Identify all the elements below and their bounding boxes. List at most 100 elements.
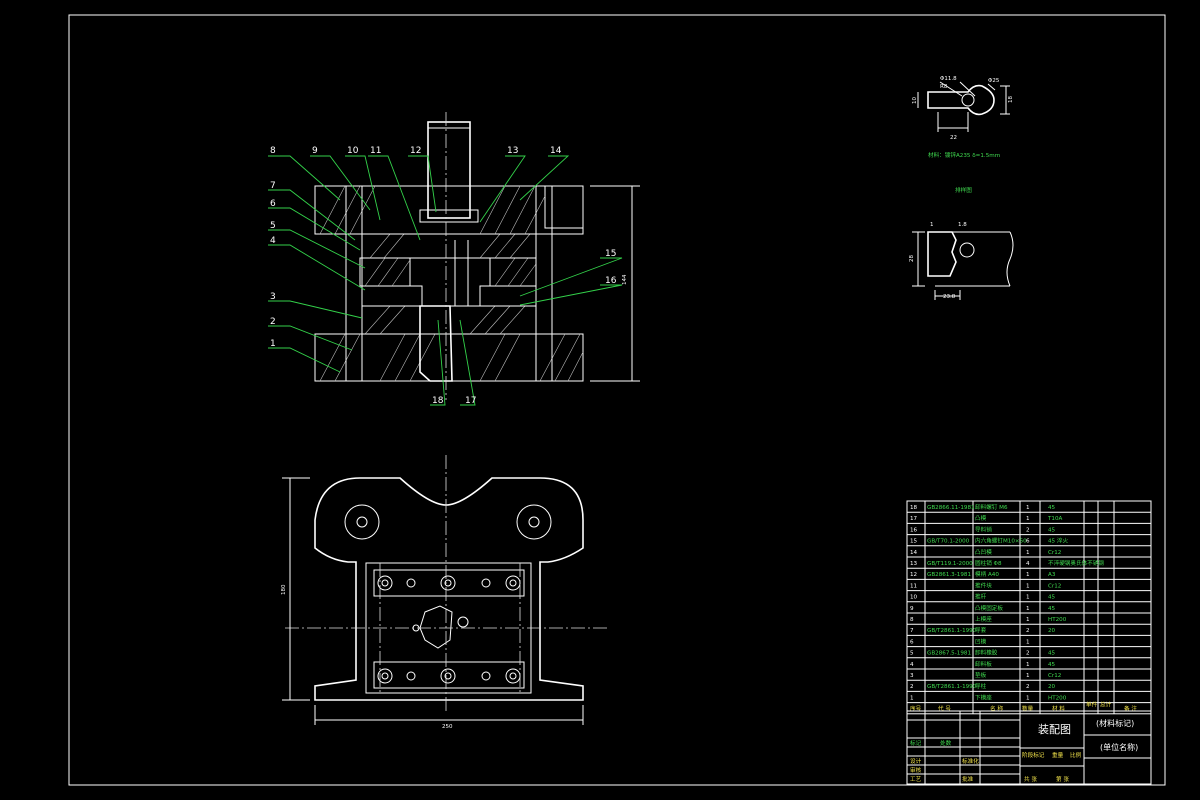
bom-qty: 2: [1026, 628, 1030, 634]
bom-qty: 1: [1026, 662, 1030, 668]
bom-qty: 1: [1026, 550, 1030, 556]
bom-qty: 1: [1026, 639, 1030, 645]
balloon-16: 16: [605, 276, 617, 286]
drawing-title: 装配图: [1038, 723, 1071, 736]
balloon-18: 18: [432, 396, 444, 406]
part-h1: 10: [912, 97, 918, 104]
bom-code: GB2866.11-1981: [927, 505, 975, 511]
balloon-2: 2: [270, 317, 276, 327]
dim-top-height: 180: [281, 584, 287, 595]
balloon-15: 15: [605, 249, 616, 259]
bom-name: 推杆: [975, 593, 987, 601]
part-d1: Φ11.8: [940, 76, 957, 82]
bom-name: 凸模: [975, 514, 987, 522]
bom-code: GB/T119.1-2000: [927, 561, 973, 567]
bom-mat: 20: [1048, 628, 1056, 634]
bom-no: 3: [910, 673, 914, 679]
balloon-leaders: [268, 155, 623, 406]
bom-qty: 1: [1026, 516, 1030, 522]
bom-no: 12: [910, 572, 917, 578]
strip-caption: 排样图: [955, 186, 972, 194]
bom-code: GB2867.5-1981: [927, 651, 971, 657]
dim-front-height: 144: [622, 274, 628, 285]
strip-small: 1: [930, 222, 934, 228]
sig-stage: 阶段标记: [1022, 751, 1045, 759]
bom-mat: A3: [1048, 572, 1056, 578]
part-drawing: Φ11.8 R8 Φ25 10 18 22 材料：镀锌A235 δ=1.5mm …: [912, 76, 1014, 194]
bom-mat: 不淬硬钢奥氏体不锈钢: [1048, 559, 1104, 567]
dim-top-width: 250: [442, 724, 453, 730]
bom-header-w2: 总计: [1100, 701, 1112, 709]
bom-name: 垫板: [975, 671, 987, 679]
balloon-14: 14: [550, 146, 562, 156]
bom-no: 14: [910, 550, 918, 556]
strip-pitch: 23.8: [943, 294, 956, 300]
bom-mat: 45: [1048, 662, 1056, 668]
bom-no: 8: [910, 617, 914, 623]
bom-mat: Cr12: [1048, 673, 1061, 679]
bom-mat: 45: [1048, 505, 1056, 511]
bom-qty: 2: [1026, 684, 1030, 690]
bom-no: 5: [910, 651, 914, 657]
balloon-6: 6: [270, 199, 276, 209]
bom-qty: 1: [1026, 572, 1030, 578]
bom-mat: 45: [1048, 595, 1056, 601]
bom-no: 9: [910, 606, 914, 612]
bom-mat: Cr12: [1048, 550, 1061, 556]
bom-mat: 45: [1048, 606, 1056, 612]
bom-no: 11: [910, 583, 918, 589]
strip-gap: 1.8: [958, 222, 967, 228]
bom-name: 下模座: [975, 693, 992, 701]
bom-no: 18: [910, 505, 918, 511]
bom-mat: 45 淬火: [1048, 537, 1068, 545]
sig-review: 审核: [910, 766, 922, 774]
balloon-5: 5: [270, 221, 276, 231]
bom-qty: 4: [1026, 561, 1030, 567]
part-w: 22: [950, 135, 957, 141]
bom-qty: 1: [1026, 695, 1030, 701]
bom-mat: 45: [1048, 527, 1056, 533]
material-note: (材料标记): [1096, 718, 1134, 728]
bom-no: 4: [910, 662, 914, 668]
bom-no: 6: [910, 639, 914, 645]
bom-mat: T10A: [1047, 516, 1063, 522]
balloon-7: 7: [270, 181, 276, 191]
bom-qty: 1: [1026, 583, 1030, 589]
bom-name: 推件块: [975, 581, 992, 589]
sig-design: 设计: [910, 757, 922, 765]
bom-name: 内六角螺钉M10×50: [975, 537, 1027, 545]
bom-mat: Cr12: [1048, 583, 1061, 589]
bom-name: 卸料橡胶: [975, 649, 998, 657]
bom-qty: 1: [1026, 606, 1030, 612]
sig-mark: 标记: [910, 739, 922, 747]
bom-name: 导柱: [975, 682, 987, 690]
balloon-1: 1: [270, 339, 276, 349]
bom-no: 17: [910, 516, 918, 522]
bom-code: GB/T2861.1-1990: [927, 628, 977, 634]
bom-code: GB2861.3-1981: [927, 572, 971, 578]
bom-name: 导料销: [975, 525, 992, 533]
bom-mat: 45: [1048, 651, 1056, 657]
bom-no: 7: [910, 628, 914, 634]
strip-layout: 28 23.8 1.8 1: [909, 222, 1014, 300]
bom-mat: HT200: [1048, 617, 1067, 623]
bom-code: GB/T70.1-2000: [927, 539, 970, 545]
sig-approve: 批准: [962, 775, 974, 783]
sig-count: 处数: [940, 739, 952, 747]
bom-name: 卸料螺钉 M6: [975, 503, 1008, 511]
bom-name: 凸凹模: [975, 548, 992, 556]
bom-name: 圆柱销 Φ8: [975, 559, 1002, 567]
top-view: 180 250: [281, 455, 610, 730]
front-section-view: [314, 112, 640, 400]
strip-width: 28: [909, 255, 915, 262]
balloon-13: 13: [507, 146, 518, 156]
bom-name: 卸料板: [975, 660, 992, 668]
bom-name: 凸模固定板: [975, 604, 1003, 612]
bom-no: 2: [910, 684, 914, 690]
bom-no: 16: [910, 527, 918, 533]
bom-mat: 20: [1048, 684, 1056, 690]
bom-qty: 1: [1026, 505, 1030, 511]
bom-qty: 1: [1026, 617, 1030, 623]
bom-table: 18 GB2866.11-1981 卸料螺钉 M6 1 4517 凸模 1 T10A16 导料销…: [906, 500, 1152, 715]
balloon-10: 10: [347, 146, 359, 156]
